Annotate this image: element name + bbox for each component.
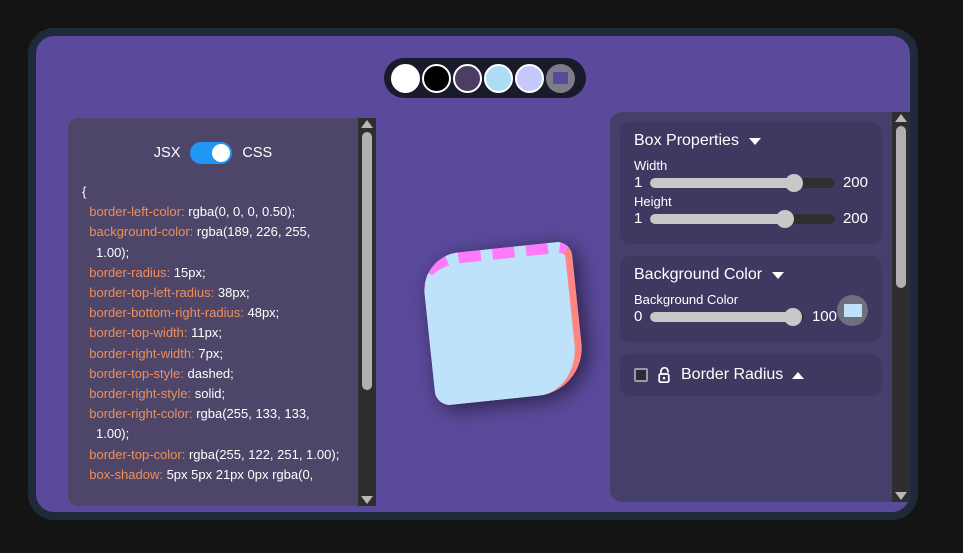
scrollbar-thumb[interactable] <box>362 132 372 390</box>
border-radius-title: Border Radius <box>681 366 784 383</box>
preview-box[interactable] <box>420 240 587 407</box>
width-min-value: 1 <box>634 174 643 191</box>
background-color-label: Background Color <box>634 292 739 307</box>
jsx-css-toggle[interactable] <box>190 142 233 164</box>
width-slider[interactable] <box>650 173 835 192</box>
code-line: border-radius: 15px; <box>89 264 206 280</box>
height-slider[interactable] <box>650 209 835 228</box>
preview-stage <box>386 118 616 506</box>
scrollbar-thumb[interactable] <box>896 126 906 288</box>
code-panel-scrollbar[interactable] <box>358 118 376 506</box>
width-max-value: 200 <box>842 174 868 191</box>
height-label: Height <box>634 194 672 209</box>
code-line: border-top-color: rgba(255, 122, 251, 1.… <box>89 446 340 462</box>
code-line: border-top-left-radius: 38px; <box>89 285 250 301</box>
code-format-toggle-row: JSX CSS <box>68 118 358 168</box>
code-line: border-right-width: 7px; <box>89 345 223 361</box>
background-color-field-row: Background Color 0 100 <box>634 292 868 328</box>
toggle-label-jsx[interactable]: JSX <box>154 145 181 161</box>
background-color-slider[interactable] <box>650 307 804 326</box>
controls-column: Box Properties Width 1 200 Height 1 200 … <box>610 112 892 502</box>
border-radius-card[interactable]: Border Radius <box>620 354 882 396</box>
arrow-down-icon[interactable] <box>895 492 907 500</box>
background-color-card: Background Color Background Color 0 100 <box>620 256 882 342</box>
swatch-color-picker[interactable] <box>546 63 575 93</box>
code-line: border-top-style: dashed; <box>89 365 234 381</box>
code-line: border-left-color: rgba(0, 0, 0, 0.50); <box>89 204 296 220</box>
height-slider-fill <box>650 213 786 224</box>
arrow-down-icon[interactable] <box>361 496 373 504</box>
height-slider-thumb[interactable] <box>776 209 795 228</box>
box-properties-title: Box Properties <box>634 132 739 149</box>
scrollbar-track[interactable] <box>358 128 376 496</box>
arrow-up-icon[interactable] <box>361 120 373 128</box>
swatch-periwinkle[interactable] <box>515 63 544 93</box>
scrollbar-track[interactable] <box>892 122 910 492</box>
background-color-swatch-button[interactable] <box>837 294 868 326</box>
box-properties-header[interactable]: Box Properties <box>634 132 868 150</box>
css-code-block[interactable]: { border-left-color: rgba(0, 0, 0, 0.50)… <box>68 168 358 485</box>
toggle-knob <box>212 144 231 162</box>
width-slider-fill <box>650 177 795 188</box>
color-palette-bar <box>384 58 586 98</box>
unlocked-padlock-icon[interactable] <box>657 366 672 384</box>
background-color-title: Background Color <box>634 266 763 283</box>
bg-min-value: 0 <box>634 308 643 325</box>
swatch-light-blue[interactable] <box>484 63 513 93</box>
code-line: border-bottom-right-radius: 48px; <box>89 305 280 321</box>
code-line: border-right-color: rgba(255, 133, 133, … <box>89 406 310 442</box>
swatch-white[interactable] <box>391 63 420 93</box>
code-line: { <box>82 184 87 199</box>
width-slider-thumb[interactable] <box>785 173 804 192</box>
background-color-header[interactable]: Background Color <box>634 266 868 284</box>
code-line: box-shadow: 5px 5px 21px 0px rgba(0, <box>89 466 314 482</box>
width-label: Width <box>634 158 668 173</box>
swatch-black[interactable] <box>422 63 451 93</box>
background-color-slider-row: 0 100 <box>634 307 837 326</box>
bg-max-value: 100 <box>811 308 837 325</box>
width-slider-row: 1 200 <box>634 173 868 192</box>
bg-slider-fill <box>650 311 794 322</box>
background-color-chip <box>843 303 862 317</box>
height-slider-row: 1 200 <box>634 209 868 228</box>
code-line: border-right-style: solid; <box>89 386 226 402</box>
code-line: border-top-width: 11px; <box>89 325 222 341</box>
bg-slider-thumb[interactable] <box>784 307 803 326</box>
controls-scrollbar[interactable] <box>892 112 910 502</box>
toggle-label-css[interactable]: CSS <box>242 145 272 161</box>
app-window-frame: JSX CSS { border-left-color: rgba(0, 0, … <box>28 28 918 520</box>
arrow-up-icon[interactable] <box>895 114 907 122</box>
height-min-value: 1 <box>634 210 643 227</box>
chevron-down-icon[interactable] <box>748 137 761 145</box>
chevron-up-icon[interactable] <box>792 371 805 379</box>
code-panel: JSX CSS { border-left-color: rgba(0, 0, … <box>68 118 358 506</box>
height-max-value: 200 <box>842 210 868 227</box>
code-line: background-color: rgba(189, 226, 255, 1.… <box>89 224 311 260</box>
border-radius-checkbox[interactable] <box>634 368 648 382</box>
color-picker-chip <box>553 72 568 84</box>
box-properties-card: Box Properties Width 1 200 Height 1 200 <box>620 122 882 244</box>
swatch-dark-purple[interactable] <box>453 63 482 93</box>
chevron-down-icon[interactable] <box>772 271 785 279</box>
